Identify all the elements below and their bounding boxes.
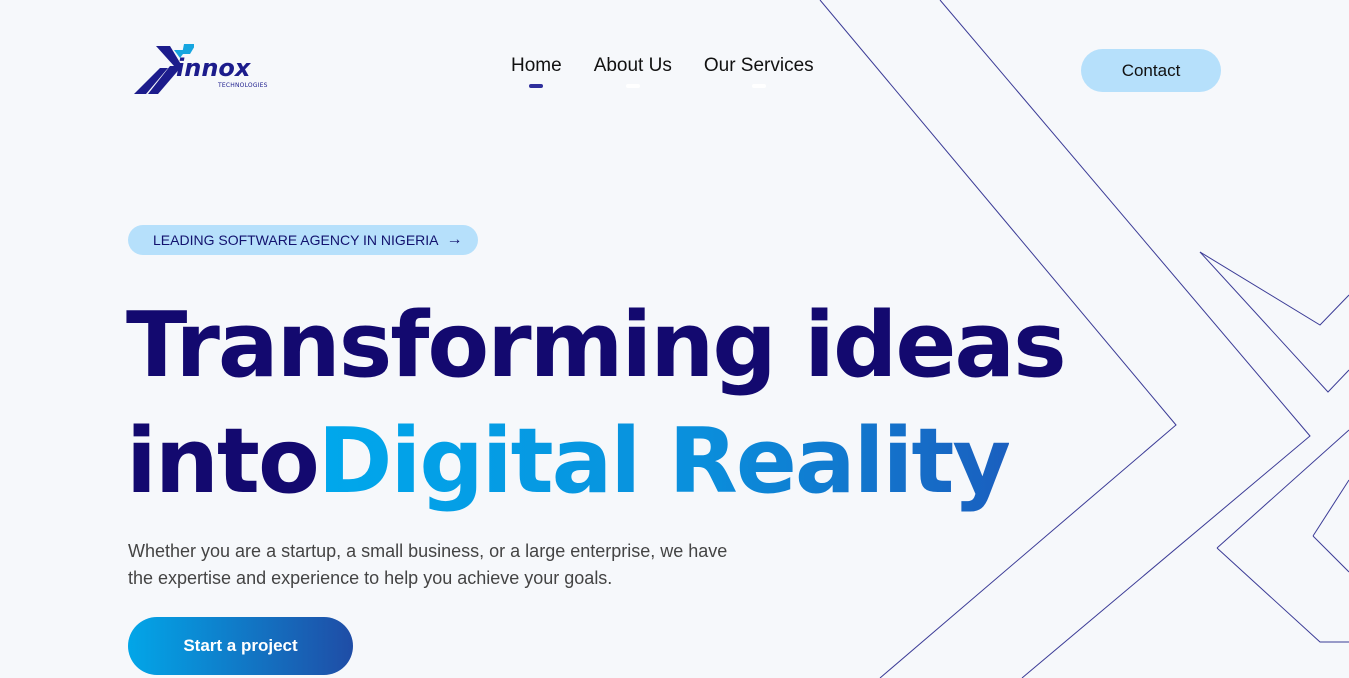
nav-item-label: Home bbox=[511, 55, 562, 76]
nav-indicator bbox=[751, 84, 766, 88]
start-project-button[interactable]: Start a project bbox=[128, 617, 353, 675]
hero-subtext: Whether you are a startup, a small busin… bbox=[128, 541, 728, 588]
logo-wordmark: innox bbox=[176, 54, 251, 82]
main-nav: Home About Us Our Services bbox=[511, 54, 814, 88]
arrow-right-icon: → bbox=[446, 231, 463, 248]
headline-line-2-accent: Digital Reality bbox=[317, 409, 1011, 514]
headline-line-1: Transforming ideas bbox=[126, 293, 1067, 398]
agency-badge[interactable]: LEADING SOFTWARE AGENCY IN NIGERIA → bbox=[128, 225, 478, 255]
logo-tagline: TECHNOLOGIES bbox=[218, 82, 268, 89]
nav-item-our-services[interactable]: Our Services bbox=[703, 54, 814, 88]
brand-logo[interactable]: innox TECHNOLOGIES bbox=[134, 42, 284, 98]
nav-item-label: About Us bbox=[593, 55, 672, 76]
nav-item-label: Our Services bbox=[703, 55, 814, 76]
contact-button[interactable]: Contact bbox=[1081, 49, 1221, 92]
nav-indicator bbox=[625, 84, 640, 88]
nav-item-home[interactable]: Home bbox=[511, 54, 562, 88]
nav-active-indicator bbox=[529, 84, 544, 88]
headline-line-2-plain: into bbox=[126, 409, 320, 514]
badge-label: LEADING SOFTWARE AGENCY IN NIGERIA bbox=[153, 232, 439, 248]
nav-item-about-us[interactable]: About Us bbox=[593, 54, 672, 88]
hero-headline: Transforming ideas intoDigital Reality bbox=[126, 288, 1067, 520]
